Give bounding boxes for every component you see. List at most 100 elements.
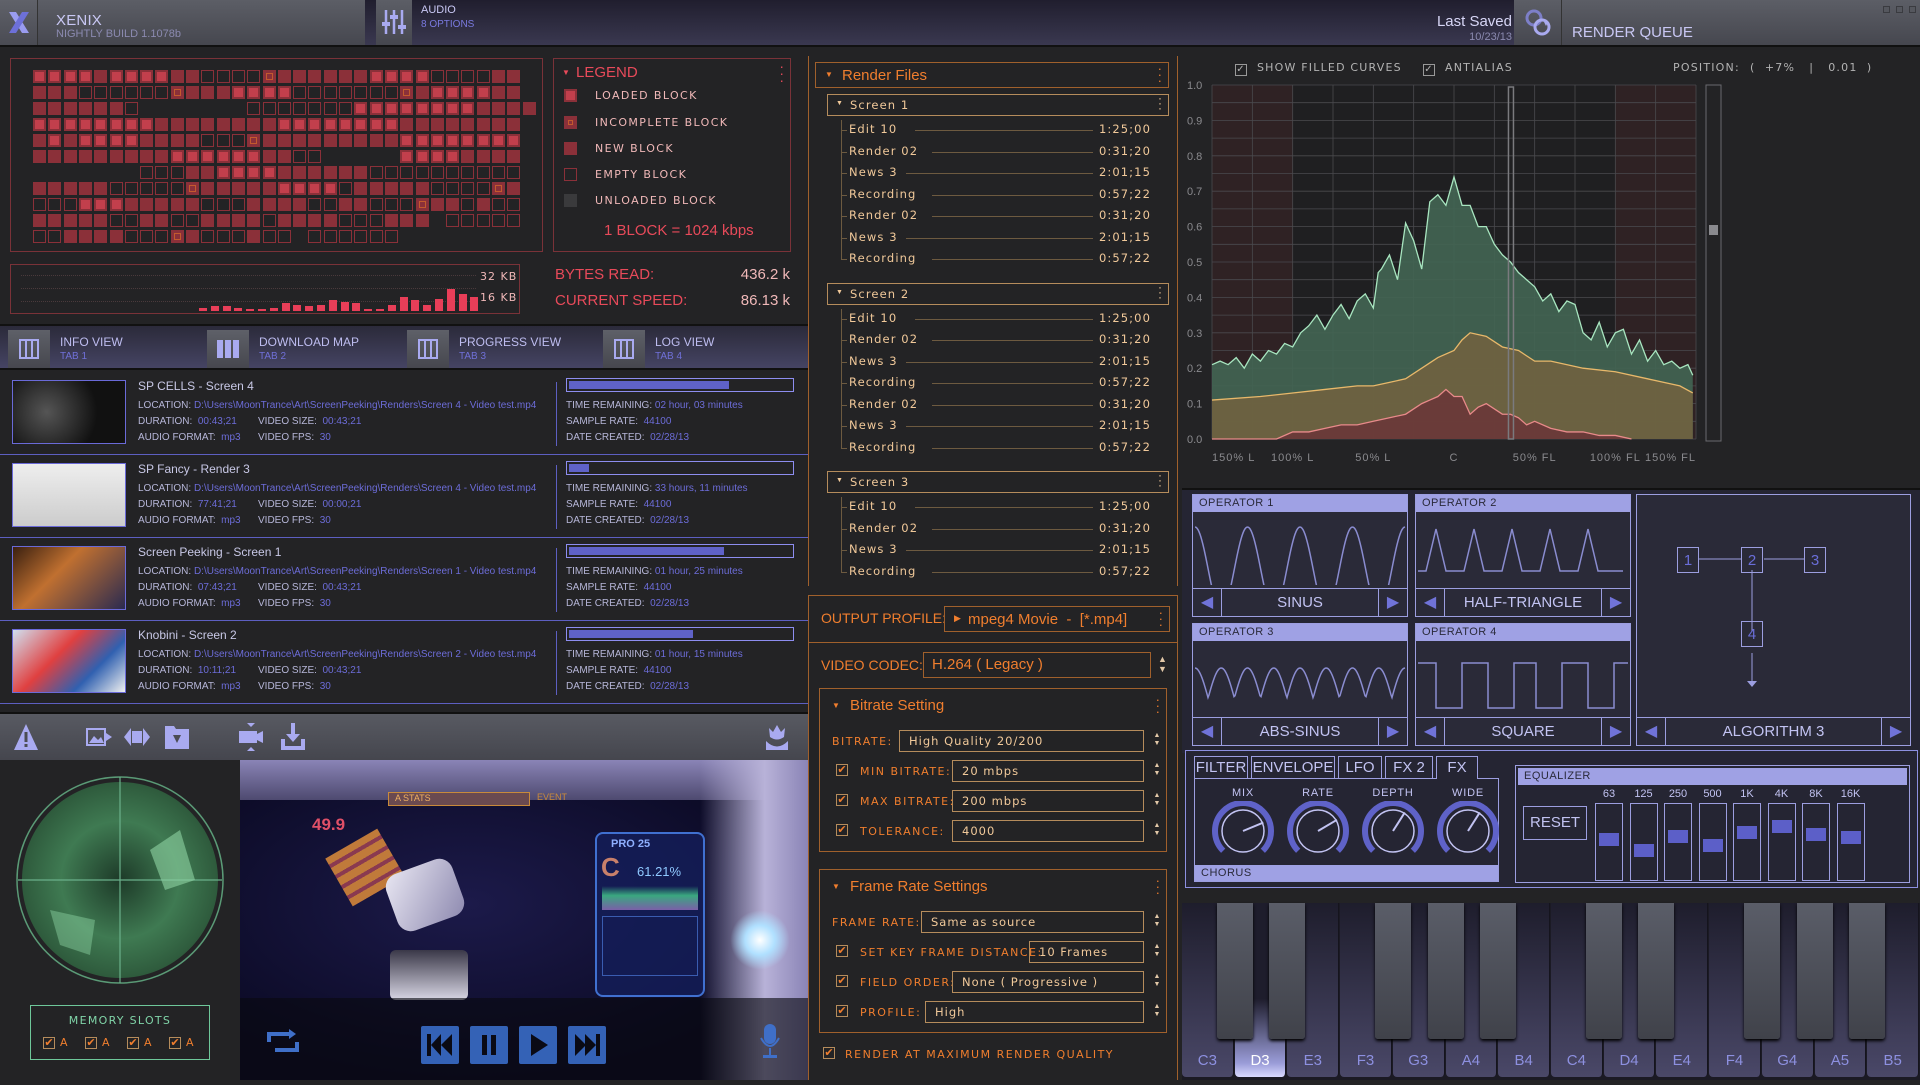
- bitrate-menu-icon[interactable]: · · ·: [1156, 693, 1160, 718]
- group-menu-icon[interactable]: · · ·: [1158, 92, 1162, 114]
- field-order-input[interactable]: None ( Progressive ): [952, 971, 1144, 993]
- profile-spinner[interactable]: ▲ ▼: [1153, 1003, 1161, 1019]
- tab-log-view[interactable]: LOG VIEW TAB 4: [603, 330, 793, 368]
- field-order-checkbox[interactable]: ✔: [836, 975, 848, 987]
- render-queue-panel[interactable]: RENDER QUEUE: [1562, 0, 1920, 45]
- frame-rate-spinner[interactable]: ▲ ▼: [1153, 913, 1161, 929]
- prev-waveform-button[interactable]: ◀: [1193, 718, 1221, 745]
- render-file-item[interactable]: News 3 2:01;15: [841, 163, 1161, 184]
- frame-rate-input[interactable]: Same as source: [921, 911, 1144, 933]
- render-file-item[interactable]: News 3 2:01;15: [841, 416, 1161, 437]
- eq-slider-thumb[interactable]: [1599, 832, 1619, 846]
- render-item[interactable]: SP CELLS - Screen 4 LOCATION: D:\Users\M…: [0, 372, 808, 455]
- warning-icon[interactable]: [12, 722, 40, 759]
- collapse-arrow-icon[interactable]: ▼: [832, 701, 840, 710]
- prev-waveform-button[interactable]: ◀: [1416, 718, 1444, 745]
- profile-input[interactable]: High: [925, 1001, 1144, 1023]
- app-logo[interactable]: [0, 0, 38, 45]
- render-thumbnail[interactable]: [12, 546, 126, 610]
- min-bitrate-input[interactable]: 20 mbps: [952, 760, 1144, 782]
- max-quality-checkbox[interactable]: ✔: [823, 1047, 835, 1059]
- codec-spinner[interactable]: ▲ ▼: [1158, 654, 1167, 674]
- render-item[interactable]: Screen Peeking - Screen 1 LOCATION: D:\U…: [0, 538, 808, 621]
- render-file-item[interactable]: News 3 2:01;15: [841, 352, 1161, 373]
- microphone-button[interactable]: [758, 1022, 782, 1067]
- pause-button[interactable]: [470, 1026, 508, 1064]
- fx-tab-fx[interactable]: FX: [1436, 756, 1478, 779]
- piano-black-key[interactable]: [1269, 903, 1306, 1039]
- group-menu-icon[interactable]: · · ·: [1158, 281, 1162, 303]
- fx-tab-lfo[interactable]: LFO: [1338, 756, 1382, 778]
- render-file-item[interactable]: News 3 2:01;15: [841, 540, 1161, 561]
- legend-menu-icon[interactable]: · · ·: [779, 59, 784, 87]
- memory-slot-checkbox[interactable]: ✔: [127, 1037, 139, 1049]
- render-file-item[interactable]: Recording 0:57;22: [841, 185, 1161, 206]
- eq-slider-thumb[interactable]: [1737, 826, 1757, 840]
- fx-tab-filter[interactable]: FILTER: [1194, 756, 1248, 778]
- render-group-header[interactable]: ▼ Screen 1 · · ·: [827, 92, 1169, 116]
- eq-reset-button[interactable]: RESET: [1523, 806, 1587, 840]
- max-bitrate-spinner[interactable]: ▲ ▼: [1153, 792, 1161, 808]
- field-order-spinner[interactable]: ▲ ▼: [1153, 973, 1161, 989]
- render-group-header[interactable]: ▼ Screen 2 · · ·: [827, 281, 1169, 305]
- window-minimize-button[interactable]: [1883, 6, 1890, 13]
- key-frame-spinner[interactable]: ▲ ▼: [1153, 943, 1161, 959]
- bitrate-spinner[interactable]: ▲ ▼: [1153, 732, 1161, 748]
- next-waveform-button[interactable]: ▶: [1379, 718, 1407, 745]
- piano-black-key[interactable]: [1849, 903, 1886, 1039]
- key-frame-checkbox[interactable]: ✔: [836, 945, 848, 957]
- render-thumbnail[interactable]: [12, 463, 126, 527]
- collapse-arrow-icon[interactable]: ▼: [562, 68, 570, 77]
- scrollbar-thumb[interactable]: [1709, 225, 1718, 235]
- piano-black-key[interactable]: [1585, 903, 1622, 1039]
- eq-band-slider[interactable]: [1836, 803, 1865, 881]
- eq-band-slider[interactable]: [1664, 803, 1692, 881]
- output-profile-select[interactable]: ▶ mpeg4 Movie - [*.mp4] · · ·: [944, 606, 1170, 632]
- eq-band-slider[interactable]: [1733, 803, 1761, 881]
- show-filled-curves-toggle[interactable]: ✓ SHOW FILLED CURVES: [1235, 61, 1402, 76]
- eq-slider-thumb[interactable]: [1702, 839, 1723, 853]
- prev-waveform-button[interactable]: ◀: [1416, 589, 1444, 616]
- antialias-toggle[interactable]: ✓ ANTIALIAS: [1423, 61, 1513, 76]
- prev-waveform-button[interactable]: ◀: [1193, 589, 1221, 616]
- next-waveform-button[interactable]: ▶: [1602, 589, 1630, 616]
- tolerance-spinner[interactable]: ▲ ▼: [1153, 822, 1161, 838]
- render-thumbnail[interactable]: [12, 629, 126, 693]
- algorithm-node-1[interactable]: 1: [1677, 547, 1699, 573]
- render-file-item[interactable]: Recording 0:57;22: [841, 249, 1161, 270]
- eq-slider-thumb[interactable]: [1771, 820, 1792, 833]
- eq-slider-thumb[interactable]: [1668, 829, 1688, 843]
- eq-band-slider[interactable]: [1802, 803, 1830, 881]
- tab-info-view[interactable]: INFO VIEW TAB 1: [8, 330, 198, 368]
- tolerance-input[interactable]: 4000: [952, 820, 1144, 842]
- play-button[interactable]: [519, 1026, 557, 1064]
- knob-rate[interactable]: RATE: [1278, 779, 1358, 859]
- audio-button[interactable]: [376, 0, 412, 45]
- algorithm-node-4[interactable]: 4: [1741, 621, 1763, 647]
- render-group-header[interactable]: ▼ Screen 3 · · ·: [827, 469, 1169, 493]
- repeat-button[interactable]: [265, 1028, 301, 1061]
- eq-band-slider[interactable]: [1767, 803, 1796, 881]
- frame-rate-menu-icon[interactable]: · · ·: [1156, 874, 1160, 899]
- eq-slider-thumb[interactable]: [1633, 843, 1654, 857]
- render-item[interactable]: Knobini - Screen 2 LOCATION: D:\Users\Mo…: [0, 621, 808, 704]
- eq-slider-thumb[interactable]: [1806, 827, 1826, 841]
- render-file-item[interactable]: Render 02 0:31;20: [841, 142, 1161, 163]
- tab-progress-view[interactable]: PROGRESS VIEW TAB 3: [407, 330, 597, 368]
- next-algorithm-button[interactable]: ▶: [1882, 718, 1910, 745]
- window-close-button[interactable]: [1909, 6, 1916, 13]
- piano-black-key[interactable]: [1216, 903, 1253, 1039]
- min-bitrate-spinner[interactable]: ▲ ▼: [1153, 762, 1161, 778]
- profile-checkbox[interactable]: ✔: [836, 1005, 848, 1017]
- min-bitrate-checkbox[interactable]: ✔: [836, 764, 848, 776]
- vertical-scrollbar[interactable]: [1705, 84, 1722, 442]
- tolerance-checkbox[interactable]: ✔: [836, 824, 848, 836]
- render-file-item[interactable]: Edit 10 1:25;00: [841, 120, 1161, 141]
- next-waveform-button[interactable]: ▶: [1602, 718, 1630, 745]
- group-menu-icon[interactable]: · · ·: [1158, 469, 1162, 491]
- render-file-item[interactable]: Recording 0:57;22: [841, 562, 1161, 583]
- eq-band-slider[interactable]: [1595, 803, 1623, 881]
- render-file-item[interactable]: Edit 10 1:25;00: [841, 497, 1161, 518]
- rewind-button[interactable]: [421, 1026, 459, 1064]
- memory-slot-checkbox[interactable]: ✔: [85, 1037, 97, 1049]
